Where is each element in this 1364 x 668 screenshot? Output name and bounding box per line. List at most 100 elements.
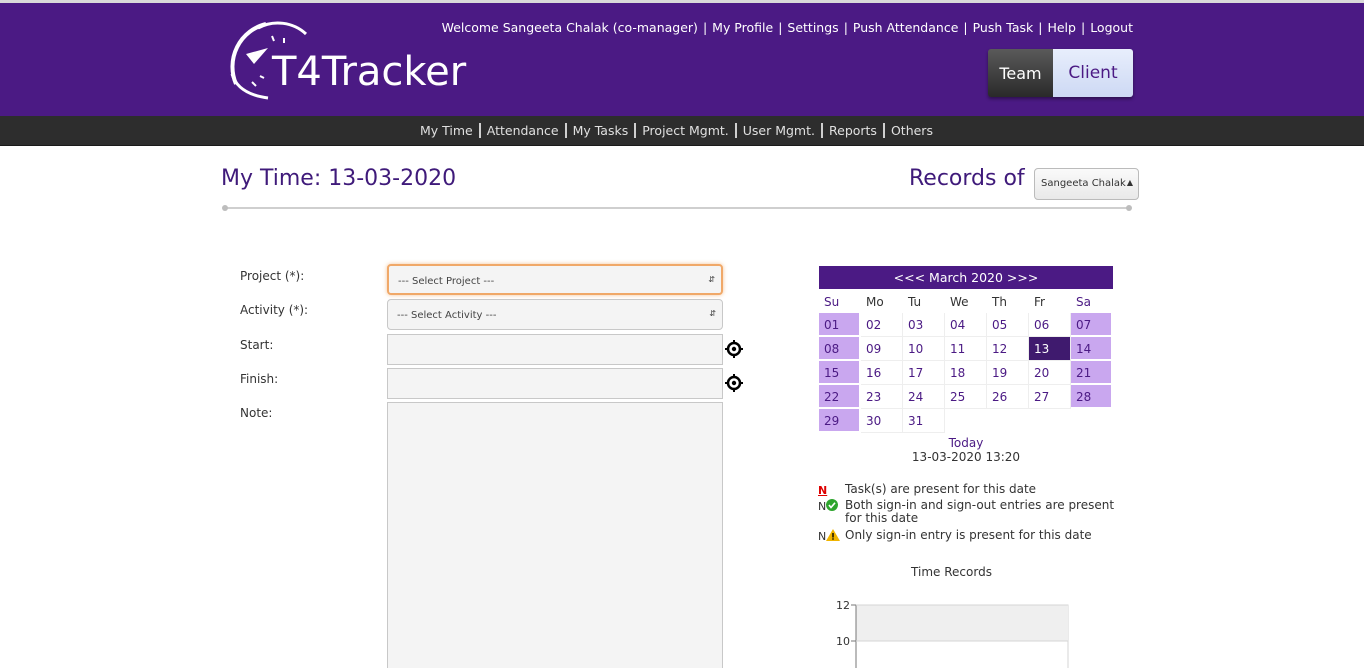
calendar-day-26[interactable]: 26 <box>987 385 1029 409</box>
calendar-day-27[interactable]: 27 <box>1029 385 1071 409</box>
chart-title: Time Records <box>911 565 992 579</box>
project-select[interactable]: --- Select Project --- ⇵ <box>387 264 723 295</box>
client-button[interactable]: Client <box>1053 49 1133 97</box>
legend-text: Only sign-in entry is present for this d… <box>845 528 1092 542</box>
nav-reports[interactable]: Reports <box>823 123 885 138</box>
legend-text: Both sign-in and sign-out entries are pr… <box>845 498 1115 525</box>
today-datetime: 13-03-2020 13:20 <box>911 450 1021 464</box>
team-button[interactable]: Team <box>988 49 1053 97</box>
today-link[interactable]: Today <box>819 436 1113 450</box>
select-arrows-icon: ⇵ <box>708 275 715 284</box>
nav-user-mgmt[interactable]: User Mgmt. <box>737 123 823 138</box>
header-bar: T4Tracker Welcome Sangeeta Chalak (co-ma… <box>0 0 1364 116</box>
note-textarea[interactable] <box>387 402 723 668</box>
calendar-day-05[interactable]: 05 <box>987 313 1029 337</box>
calendar-day-15[interactable]: 15 <box>819 361 861 385</box>
calendar-day-10[interactable]: 10 <box>903 337 945 361</box>
project-label: Project (*): <box>240 269 305 283</box>
time-records-chart: 12 10 <box>836 599 1069 668</box>
nav-others[interactable]: Others <box>885 123 939 138</box>
nav-attendance[interactable]: Attendance <box>481 123 567 138</box>
warning-icon: N <box>818 529 844 543</box>
chart-band <box>856 605 1068 641</box>
weekday-fr: Fr <box>1034 295 1045 309</box>
weekday-su: Su <box>824 295 840 309</box>
start-label: Start: <box>240 338 274 352</box>
records-user-select[interactable]: Sangeeta Chalak ▲ <box>1034 168 1139 200</box>
calendar-weekday-row: Su Mo Tu We Th Fr Sa <box>819 295 1113 313</box>
calendar-day-11[interactable]: 11 <box>945 337 987 361</box>
calendar-day-17[interactable]: 17 <box>903 361 945 385</box>
nav-my-time[interactable]: My Time <box>414 123 481 138</box>
legend-item-tasks: N Task(s) are present for this date <box>818 483 1036 498</box>
calendar-day-20[interactable]: 20 <box>1029 361 1071 385</box>
calendar-day-06[interactable]: 06 <box>1029 313 1071 337</box>
calendar-day-03[interactable]: 03 <box>903 313 945 337</box>
legend-item-sign-in-only: N Only sign-in entry is present for this… <box>818 529 1092 544</box>
weekday-we: We <box>950 295 969 309</box>
calendar-day-25[interactable]: 25 <box>945 385 987 409</box>
activity-select[interactable]: --- Select Activity --- ⇵ <box>387 299 723 330</box>
calendar-day-19[interactable]: 19 <box>987 361 1029 385</box>
calendar-month-nav[interactable]: <<< March 2020 >>> <box>819 266 1113 289</box>
activity-label: Activity (*): <box>240 303 309 317</box>
logout-link[interactable]: Logout <box>1090 20 1133 35</box>
start-time-input[interactable] <box>387 334 723 365</box>
finish-label: Finish: <box>240 372 279 386</box>
calendar-day-09[interactable]: 09 <box>861 337 903 361</box>
calendar-day-07[interactable]: 07 <box>1071 313 1113 337</box>
check-icon: N <box>818 499 844 513</box>
weekday-th: Th <box>992 295 1007 309</box>
calendar-empty-cell <box>945 409 987 433</box>
calendar-empty-cell <box>1029 409 1071 433</box>
locate-icon[interactable] <box>725 374 743 392</box>
logo-text: T4Tracker <box>272 49 467 95</box>
calendar-day-18[interactable]: 18 <box>945 361 987 385</box>
nav-my-tasks[interactable]: My Tasks <box>567 123 637 138</box>
weekday-mo: Mo <box>866 295 884 309</box>
calendar-day-grid: 01 02 03 04 05 06 07 08 09 10 11 12 13 14 15 16 17 18 19 20… <box>819 313 1113 433</box>
welcome-text: Welcome Sangeeta Chalak (co-manager) <box>441 20 698 35</box>
records-of-label: Records of <box>909 166 1025 191</box>
finish-time-input[interactable] <box>387 368 723 399</box>
calendar-day-29[interactable]: 29 <box>819 409 861 433</box>
calendar-day-30[interactable]: 30 <box>861 409 903 433</box>
calendar-day-16[interactable]: 16 <box>861 361 903 385</box>
push-attendance-link[interactable]: Push Attendance <box>853 20 958 35</box>
calendar-day-12[interactable]: 12 <box>987 337 1029 361</box>
calendar-day-22[interactable]: 22 <box>819 385 861 409</box>
push-task-link[interactable]: Push Task <box>973 20 1034 35</box>
settings-link[interactable]: Settings <box>787 20 838 35</box>
calendar-day-04[interactable]: 04 <box>945 313 987 337</box>
calendar-empty-cell <box>1071 409 1113 433</box>
top-links: Welcome Sangeeta Chalak (co-manager) | My … <box>441 20 1133 35</box>
legend-item-both-entries: N Both sign-in and sign-out entries are … <box>818 499 1114 525</box>
main-nav: My Time Attendance My Tasks Project Mgmt… <box>0 116 1364 146</box>
title-divider <box>222 205 1132 211</box>
calendar-day-13[interactable]: 13 <box>1029 337 1071 361</box>
chart-y-tick-label: 12 <box>836 599 850 612</box>
calendar-day-14[interactable]: 14 <box>1071 337 1113 361</box>
activity-select-value: --- Select Activity --- <box>397 310 497 321</box>
calendar-day-21[interactable]: 21 <box>1071 361 1113 385</box>
records-user-value: Sangeeta Chalak <box>1041 178 1126 189</box>
calendar-day-28[interactable]: 28 <box>1071 385 1113 409</box>
help-link[interactable]: Help <box>1047 20 1076 35</box>
calendar-empty-cell <box>987 409 1029 433</box>
calendar-day-31[interactable]: 31 <box>903 409 945 433</box>
calendar-day-24[interactable]: 24 <box>903 385 945 409</box>
weekday-sa: Sa <box>1076 295 1091 309</box>
calendar-day-08[interactable]: 08 <box>819 337 861 361</box>
task-present-icon: N <box>818 484 828 497</box>
project-select-value: --- Select Project --- <box>398 276 495 287</box>
calendar-day-02[interactable]: 02 <box>861 313 903 337</box>
locate-icon[interactable] <box>725 340 743 358</box>
calendar-day-23[interactable]: 23 <box>861 385 903 409</box>
my-profile-link[interactable]: My Profile <box>712 20 773 35</box>
weekday-tu: Tu <box>908 295 922 309</box>
chart-y-tick-label: 10 <box>836 635 850 648</box>
nav-project-mgmt[interactable]: Project Mgmt. <box>636 123 737 138</box>
select-arrows-icon: ⇵ <box>709 309 716 318</box>
page-title: My Time: 13-03-2020 <box>221 166 457 191</box>
calendar-day-01[interactable]: 01 <box>819 313 861 337</box>
